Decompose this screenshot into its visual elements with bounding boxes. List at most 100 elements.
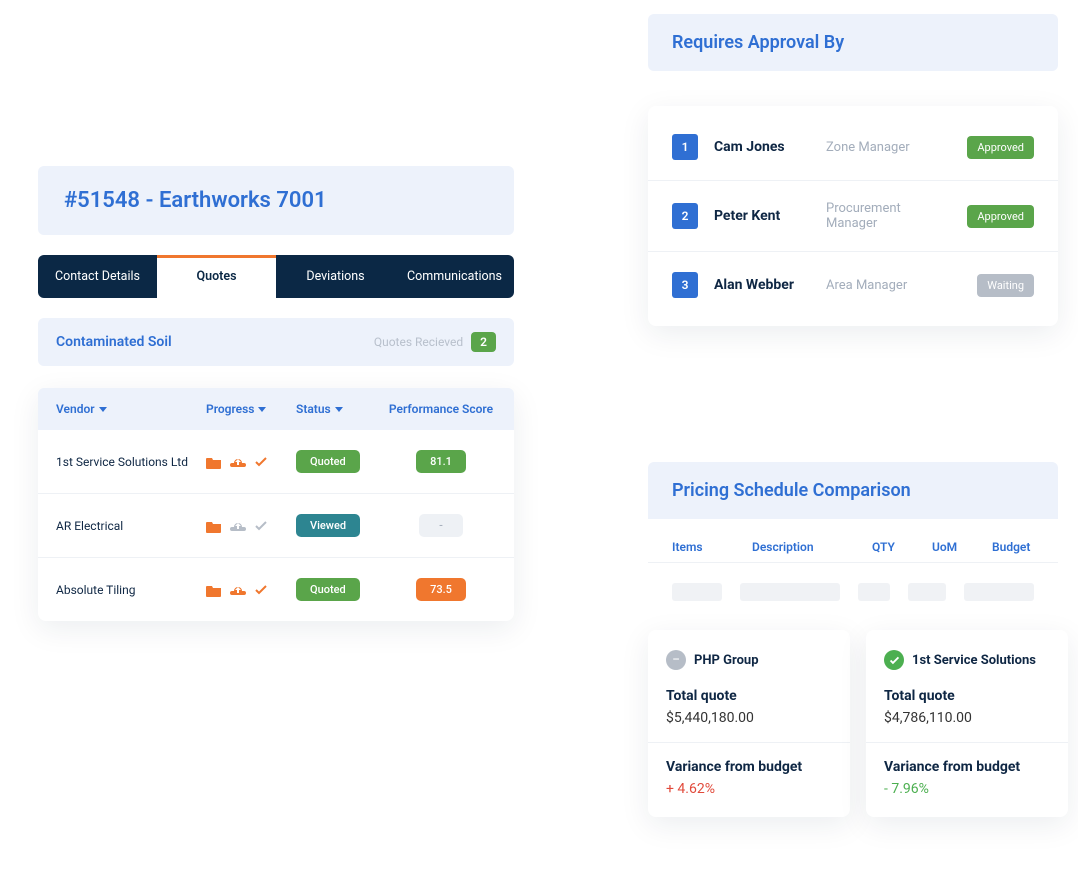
status-pill: Quoted [296, 578, 360, 601]
approval-role: Zone Manager [826, 140, 951, 155]
vendor-row[interactable]: 1st Service Solutions Ltd Quoted 81.1 [38, 430, 514, 494]
vendor-status: Quoted [296, 450, 386, 473]
vendor-status: Viewed [296, 514, 386, 537]
check-circle-icon [884, 650, 904, 670]
approval-status: Approved [967, 136, 1034, 159]
col-status[interactable]: Status [296, 402, 386, 416]
approval-name: Peter Kent [714, 208, 810, 224]
col-progress[interactable]: Progress [206, 402, 296, 416]
vendor-name: Absolute Tiling [56, 583, 206, 597]
col-progress-label: Progress [206, 402, 254, 416]
quote-card[interactable]: − PHP Group Total quote $5,440,180.00 Va… [648, 630, 850, 817]
variance-label: Variance from budget [666, 759, 832, 775]
vendor-score-cell: 73.5 [386, 578, 496, 601]
project-title-bar: #51548 - Earthworks 7001 [38, 166, 514, 235]
approval-number: 3 [672, 272, 698, 298]
approval-status: Approved [967, 205, 1034, 228]
vendor-table-header: Vendor Progress Status Performance Score [38, 388, 514, 430]
cloud-upload-icon [230, 455, 246, 469]
vendor-row[interactable]: Absolute Tiling Quoted 73.5 [38, 558, 514, 621]
approval-status: Waiting [977, 274, 1034, 297]
section-title: Contaminated Soil [56, 334, 172, 350]
approvals-card: 1 Cam Jones Zone Manager Approved 2 Pete… [648, 106, 1058, 326]
col-uom[interactable]: UoM [932, 540, 992, 554]
tab-communications[interactable]: Communications [395, 255, 514, 298]
approval-number: 2 [672, 203, 698, 229]
tab-deviations[interactable]: Deviations [276, 255, 395, 298]
col-description[interactable]: Description [752, 540, 872, 554]
skeleton-placeholder [740, 583, 840, 601]
section-header: Contaminated Soil Quotes Recieved 2 [38, 318, 514, 366]
caret-down-icon [258, 407, 266, 412]
cloud-upload-icon [230, 519, 246, 533]
divider [866, 742, 1068, 743]
score-pill: 73.5 [416, 578, 466, 601]
vendor-score-cell: - [386, 514, 496, 537]
vendor-table: Vendor Progress Status Performance Score… [38, 388, 514, 621]
total-quote-value: $5,440,180.00 [666, 710, 832, 726]
quote-cards: − PHP Group Total quote $5,440,180.00 Va… [648, 630, 1068, 817]
total-quote-value: $4,786,110.00 [884, 710, 1050, 726]
score-pill: - [419, 514, 463, 537]
vendor-status: Quoted [296, 578, 386, 601]
vendor-name: 1st Service Solutions Ltd [56, 455, 206, 469]
col-qty[interactable]: QTY [872, 540, 932, 554]
quote-card-head: 1st Service Solutions [884, 650, 1050, 670]
caret-down-icon [99, 407, 107, 412]
pricing-title: Pricing Schedule Comparison [672, 480, 1034, 501]
check-icon [254, 583, 268, 597]
project-panel: #51548 - Earthworks 7001 Contact Details… [38, 166, 514, 621]
check-icon [254, 455, 268, 469]
approval-role: Procurement Manager [826, 201, 951, 231]
approval-row: 3 Alan Webber Area Manager Waiting [648, 252, 1058, 318]
minus-circle-icon: − [666, 650, 686, 670]
progress-icons [206, 519, 296, 533]
approval-role: Area Manager [826, 278, 961, 293]
approval-row: 2 Peter Kent Procurement Manager Approve… [648, 181, 1058, 252]
total-quote-label: Total quote [666, 688, 832, 704]
vendor-name: AR Electrical [56, 519, 206, 533]
folder-icon [206, 455, 222, 469]
variance-value: - 7.96% [884, 781, 1050, 797]
tab-quotes[interactable]: Quotes [157, 255, 276, 298]
approval-name: Cam Jones [714, 139, 810, 155]
quotes-received-count: 2 [471, 332, 496, 352]
skeleton-placeholder [908, 583, 946, 601]
project-title: #51548 - Earthworks 7001 [64, 188, 488, 213]
approval-number: 1 [672, 134, 698, 160]
status-pill: Viewed [296, 514, 360, 537]
pricing-header: Pricing Schedule Comparison [648, 462, 1058, 519]
approvals-header: Requires Approval By [648, 14, 1058, 71]
approvals-title: Requires Approval By [672, 32, 1034, 53]
quote-vendor-name: PHP Group [694, 653, 759, 668]
col-vendor-label: Vendor [56, 402, 95, 416]
variance-label: Variance from budget [884, 759, 1050, 775]
quote-card[interactable]: 1st Service Solutions Total quote $4,786… [866, 630, 1068, 817]
pricing-skeleton-row [648, 575, 1058, 621]
approval-name: Alan Webber [714, 277, 810, 293]
check-icon [254, 519, 268, 533]
quote-vendor-name: 1st Service Solutions [912, 653, 1036, 668]
skeleton-placeholder [858, 583, 890, 601]
score-pill: 81.1 [416, 450, 466, 473]
quote-card-head: − PHP Group [666, 650, 832, 670]
folder-icon [206, 583, 222, 597]
variance-value: + 4.62% [666, 781, 832, 797]
tab-bar: Contact Details Quotes Deviations Commun… [38, 255, 514, 298]
caret-down-icon [335, 407, 343, 412]
total-quote-label: Total quote [884, 688, 1050, 704]
col-score[interactable]: Performance Score [386, 402, 496, 416]
col-budget[interactable]: Budget [992, 540, 1034, 554]
quotes-received-label: Quotes Recieved [374, 335, 463, 349]
progress-icons [206, 583, 296, 597]
status-pill: Quoted [296, 450, 360, 473]
quotes-received: Quotes Recieved 2 [374, 332, 496, 352]
vendor-row[interactable]: AR Electrical Viewed - [38, 494, 514, 558]
cloud-upload-icon [230, 583, 246, 597]
skeleton-placeholder [672, 583, 722, 601]
folder-icon [206, 519, 222, 533]
col-vendor[interactable]: Vendor [56, 402, 206, 416]
col-items[interactable]: Items [672, 540, 752, 554]
skeleton-placeholder [964, 583, 1034, 601]
tab-contact-details[interactable]: Contact Details [38, 255, 157, 298]
